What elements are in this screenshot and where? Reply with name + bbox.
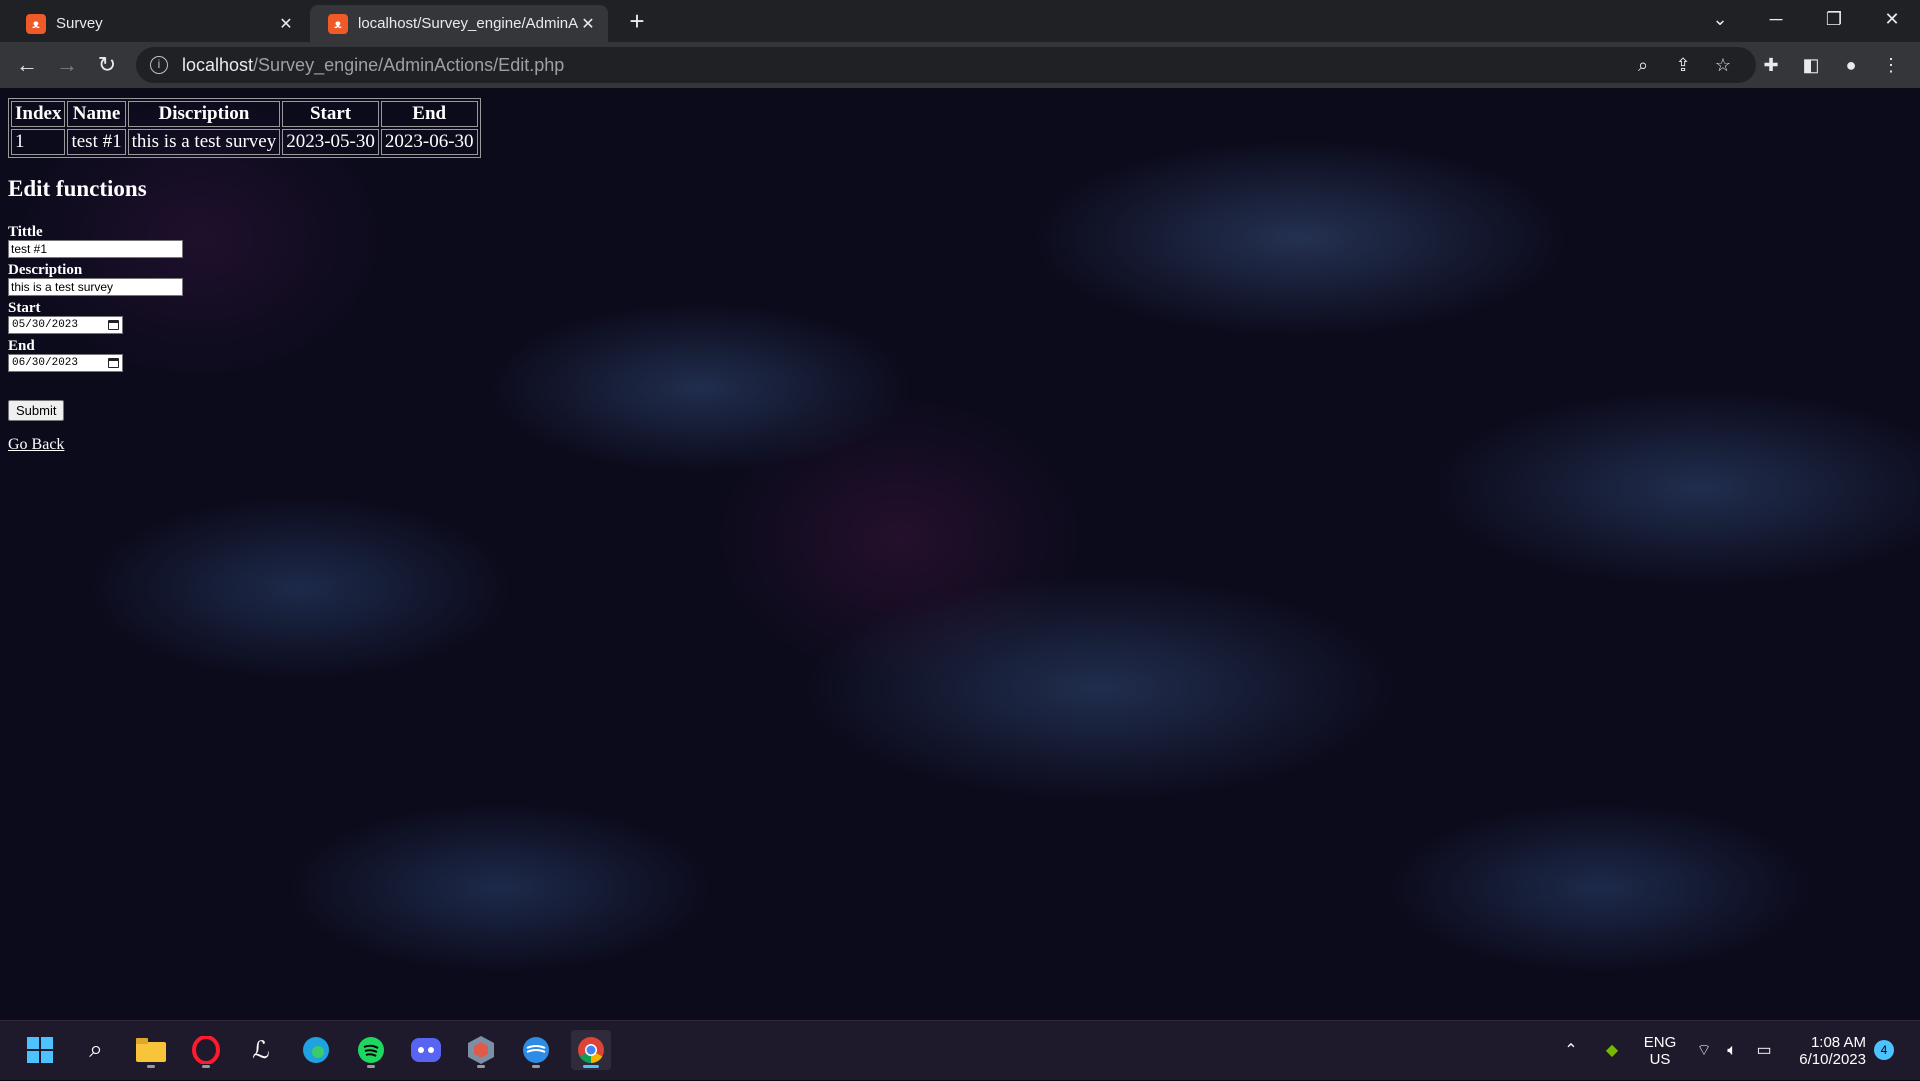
volume-icon[interactable]: 🔈︎ [1720,1039,1744,1063]
clock-time: 1:08 AM [1810,1034,1866,1051]
header-description: Discription [127,101,281,127]
reload-button[interactable]: ↻ [92,50,122,80]
show-hidden-icons-icon[interactable]: ⌃ [1559,1039,1583,1063]
close-tab-icon[interactable]: ✕ [276,14,296,34]
clock-date: 6/10/2023 [1799,1051,1866,1068]
description-input[interactable]: this is a test survey [8,278,183,296]
menu-icon[interactable]: ⋮ [1876,50,1906,80]
browser-toolbar: ← → ↻ i localhost/Survey_engine/AdminAct… [0,42,1920,88]
header-end: End [380,101,478,127]
page-heading: Edit functions [8,176,147,201]
cell-start: 2023-05-30 [282,129,379,155]
language-bottom: US [1649,1051,1671,1068]
header-index: Index [11,101,66,127]
submit-button[interactable]: Submit [8,400,65,421]
end-label: End [8,338,35,354]
edge-icon[interactable] [296,1030,336,1070]
running-indicator [583,1065,599,1068]
profile-icon[interactable]: ● [1836,50,1866,80]
title-input[interactable]: test #1 [8,240,183,258]
header-start: Start [282,101,379,127]
language-indicator[interactable]: ENG US [1640,1021,1680,1081]
new-tab-button[interactable]: + [622,6,652,36]
page-content: Index Name Discription Start End 1 test … [0,88,1920,1020]
header-name: Name [67,101,126,127]
windows-start-icon[interactable] [20,1030,60,1070]
running-indicator [147,1065,155,1068]
end-date-input[interactable]: 06/30/2023 [8,354,123,372]
share-icon[interactable]: ⇪ [1668,50,1698,80]
survey-table: Index Name Discription Start End 1 test … [8,98,481,158]
notification-badge[interactable]: 4 [1874,1040,1894,1060]
start-label: Start [8,300,41,316]
chrome-icon[interactable] [571,1030,611,1070]
file-explorer-icon[interactable] [131,1030,171,1070]
language-top: ENG [1643,1034,1677,1051]
cell-name: test #1 [67,129,126,155]
calendar-icon[interactable] [108,320,119,330]
cell-end: 2023-06-30 [380,129,478,155]
app-icon[interactable]: ℒ [241,1030,281,1070]
table-row: 1 test #1 this is a test survey 2023-05-… [11,129,478,155]
back-button[interactable]: ← [12,50,42,80]
minimize-button[interactable]: ─ [1756,0,1796,42]
extensions-icon[interactable]: ✚ [1756,50,1786,80]
battery-icon[interactable]: ▭ [1752,1039,1776,1063]
restore-button[interactable]: ❐ [1814,0,1854,42]
forward-button[interactable]: → [52,50,82,80]
running-indicator [367,1065,375,1068]
tab-title: Survey [56,15,103,32]
url-host: localhost [182,54,254,75]
description-label: Description [8,262,83,278]
search-icon[interactable]: ⌕ [76,1030,116,1070]
running-indicator [202,1065,210,1068]
xampp-favicon-icon: ᴥ [26,13,46,34]
tab-bar: ᴥ Survey ✕ ᴥ localhost/Survey_engine/Adm… [0,0,1920,42]
start-date-value: 05/30/2023 [12,319,79,331]
wifi-icon[interactable]: ⌔ [1692,1039,1716,1063]
calendar-icon[interactable] [108,358,119,368]
app-icon[interactable] [516,1030,556,1070]
title-label: Tittle [8,224,43,240]
url-path: /Survey_engine/AdminActions/Edit.php [253,54,565,75]
close-window-button[interactable]: ✕ [1872,0,1912,42]
discord-icon[interactable] [406,1030,446,1070]
running-indicator [477,1065,485,1068]
site-info-icon[interactable]: i [150,56,168,74]
close-tab-icon[interactable]: ✕ [578,14,598,34]
app-icon[interactable] [461,1030,501,1070]
running-indicator [532,1065,540,1068]
bookmark-star-icon[interactable]: ☆ [1708,50,1738,80]
xampp-favicon-icon: ᴥ [328,13,348,34]
zoom-icon[interactable]: ⌕ [1628,50,1658,80]
end-date-value: 06/30/2023 [12,357,79,369]
tab-edit[interactable]: ᴥ localhost/Survey_engine/AdminA ✕ [310,5,608,42]
table-header-row: Index Name Discription Start End [11,101,478,127]
tab-search-icon[interactable]: ⌄ [1700,0,1740,42]
go-back-link[interactable]: Go Back [8,436,64,454]
tab-title: localhost/Survey_engine/AdminA [358,15,578,32]
edit-form: Tittle test #1 Description this is a tes… [8,224,183,376]
start-date-input[interactable]: 05/30/2023 [8,316,123,334]
nvidia-icon[interactable]: ◆ [1600,1039,1624,1063]
tab-survey[interactable]: ᴥ Survey ✕ [8,5,306,42]
spotify-icon[interactable] [351,1030,391,1070]
cell-description: this is a test survey [127,129,281,155]
taskbar: ⌕ ℒ ⌃ ◆ ENG US ⌔ 🔈︎ ▭ 1:08 AM 6/10/2023 [0,1020,1920,1080]
address-bar[interactable]: i localhost/Survey_engine/AdminActions/E… [136,47,1756,83]
cell-index: 1 [11,129,66,155]
opera-icon[interactable] [186,1030,226,1070]
side-panel-icon[interactable]: ◧ [1796,50,1826,80]
clock[interactable]: 1:08 AM 6/10/2023 [1790,1021,1866,1081]
